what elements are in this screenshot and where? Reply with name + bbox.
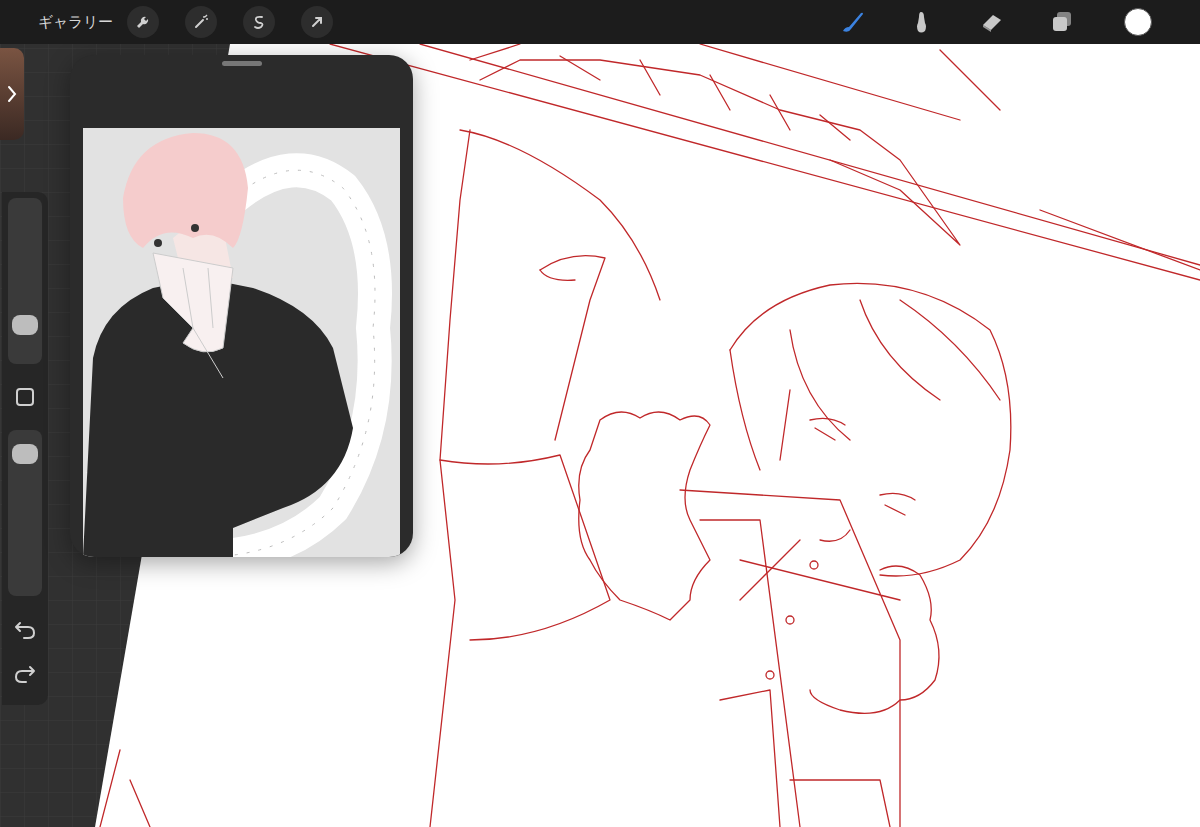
sidebar bbox=[2, 192, 48, 705]
opacity-slider[interactable] bbox=[8, 430, 42, 596]
magic-wand-button[interactable] bbox=[185, 6, 217, 38]
sidebar-toggle[interactable] bbox=[0, 48, 24, 140]
top-bar: ギャラリー bbox=[0, 0, 1200, 44]
eraser-icon bbox=[979, 9, 1005, 35]
brush-size-slider[interactable] bbox=[8, 198, 42, 364]
window-handle[interactable] bbox=[222, 61, 262, 66]
reference-image bbox=[83, 128, 400, 557]
slider-thumb[interactable] bbox=[12, 444, 38, 464]
smudge-button[interactable] bbox=[900, 2, 944, 42]
eraser-button[interactable] bbox=[970, 2, 1014, 42]
wrench-icon bbox=[135, 14, 151, 30]
transform-button[interactable] bbox=[301, 6, 333, 38]
selection-button[interactable] bbox=[243, 6, 275, 38]
color-swatch[interactable] bbox=[1124, 8, 1152, 36]
brush-icon bbox=[839, 9, 865, 35]
redo-icon[interactable] bbox=[14, 664, 36, 684]
transform-icon bbox=[309, 14, 325, 30]
slider-thumb[interactable] bbox=[12, 315, 38, 335]
wrench-button[interactable] bbox=[127, 6, 159, 38]
magic-wand-icon bbox=[193, 14, 209, 30]
selection-icon bbox=[251, 14, 267, 30]
chevron-icon bbox=[7, 85, 17, 103]
layers-button[interactable] bbox=[1040, 2, 1084, 42]
modify-button[interactable] bbox=[16, 388, 34, 406]
smudge-icon bbox=[909, 9, 935, 35]
undo-icon[interactable] bbox=[14, 620, 36, 640]
layers-icon bbox=[1049, 9, 1075, 35]
canvas-area bbox=[0, 44, 1200, 827]
brush-button[interactable] bbox=[830, 2, 874, 42]
reference-window[interactable] bbox=[70, 55, 413, 557]
gallery-button[interactable]: ギャラリー bbox=[0, 11, 127, 34]
